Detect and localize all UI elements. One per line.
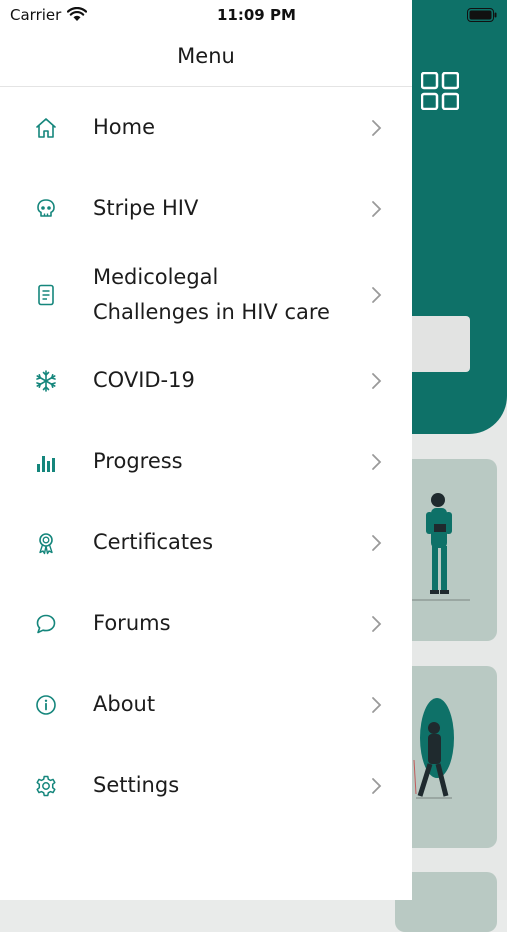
chevron-right-icon [372, 697, 382, 713]
menu-item-label: Certificates [93, 530, 214, 554]
menu-item-label: Forums [93, 611, 171, 635]
wifi-icon [67, 7, 87, 21]
chevron-right-icon [372, 616, 382, 632]
carrier-label: Carrier [10, 6, 62, 24]
chat-icon [36, 614, 56, 634]
bar-chart-icon [37, 456, 55, 472]
status-bar: Carrier 11:09 PM [0, 0, 412, 30]
menu-item-about[interactable]: About [0, 687, 412, 723]
menu-item-label: Progress [93, 449, 183, 473]
drawer-title: Menu [177, 44, 235, 68]
chevron-right-icon [372, 120, 382, 136]
menu-item-label: Home [93, 115, 156, 139]
divider [0, 86, 412, 87]
skull-icon [37, 199, 55, 217]
menu-item-progress[interactable]: Progress [0, 444, 412, 480]
walking-person-illustration [413, 698, 454, 799]
menu-item-label: Medicolegal [93, 265, 219, 289]
menu-item-forums[interactable]: Forums [0, 606, 412, 642]
menu-item-stripe-hiv[interactable]: Stripe HIV [0, 191, 412, 227]
menu-item-label: Stripe HIV [93, 196, 199, 220]
grid-icon[interactable] [421, 72, 459, 110]
chevron-right-icon [372, 373, 382, 389]
chevron-right-icon [372, 778, 382, 794]
menu-item-medicolegal[interactable]: Medicolegal Challenges in HIV care [0, 260, 412, 330]
clock: 11:09 PM [217, 6, 296, 24]
chevron-right-icon [372, 454, 382, 470]
home-icon [36, 118, 56, 138]
gear-icon [36, 775, 56, 797]
chevron-right-icon [372, 201, 382, 217]
menu-item-label: COVID-19 [93, 368, 195, 392]
chevron-right-icon [372, 535, 382, 551]
menu-item-certificates[interactable]: Certificates [0, 525, 412, 561]
nurse-illustration [412, 493, 470, 601]
battery-icon [467, 8, 497, 22]
info-icon [36, 695, 56, 715]
menu-item-home[interactable]: Home [0, 110, 412, 146]
chevron-right-icon [372, 287, 382, 303]
snowflake-icon [36, 370, 56, 392]
menu-item-covid-19[interactable]: COVID-19 [0, 363, 412, 399]
menu-item-label: Settings [93, 773, 180, 797]
menu-item-settings[interactable]: Settings [0, 768, 412, 804]
document-icon [38, 284, 54, 306]
award-icon [39, 533, 53, 555]
side-drawer: Menu Home Stripe HIV Medicolegal Challen… [0, 0, 412, 900]
menu-item-label: About [93, 692, 156, 716]
menu-item-label: Challenges in HIV care [93, 300, 330, 324]
